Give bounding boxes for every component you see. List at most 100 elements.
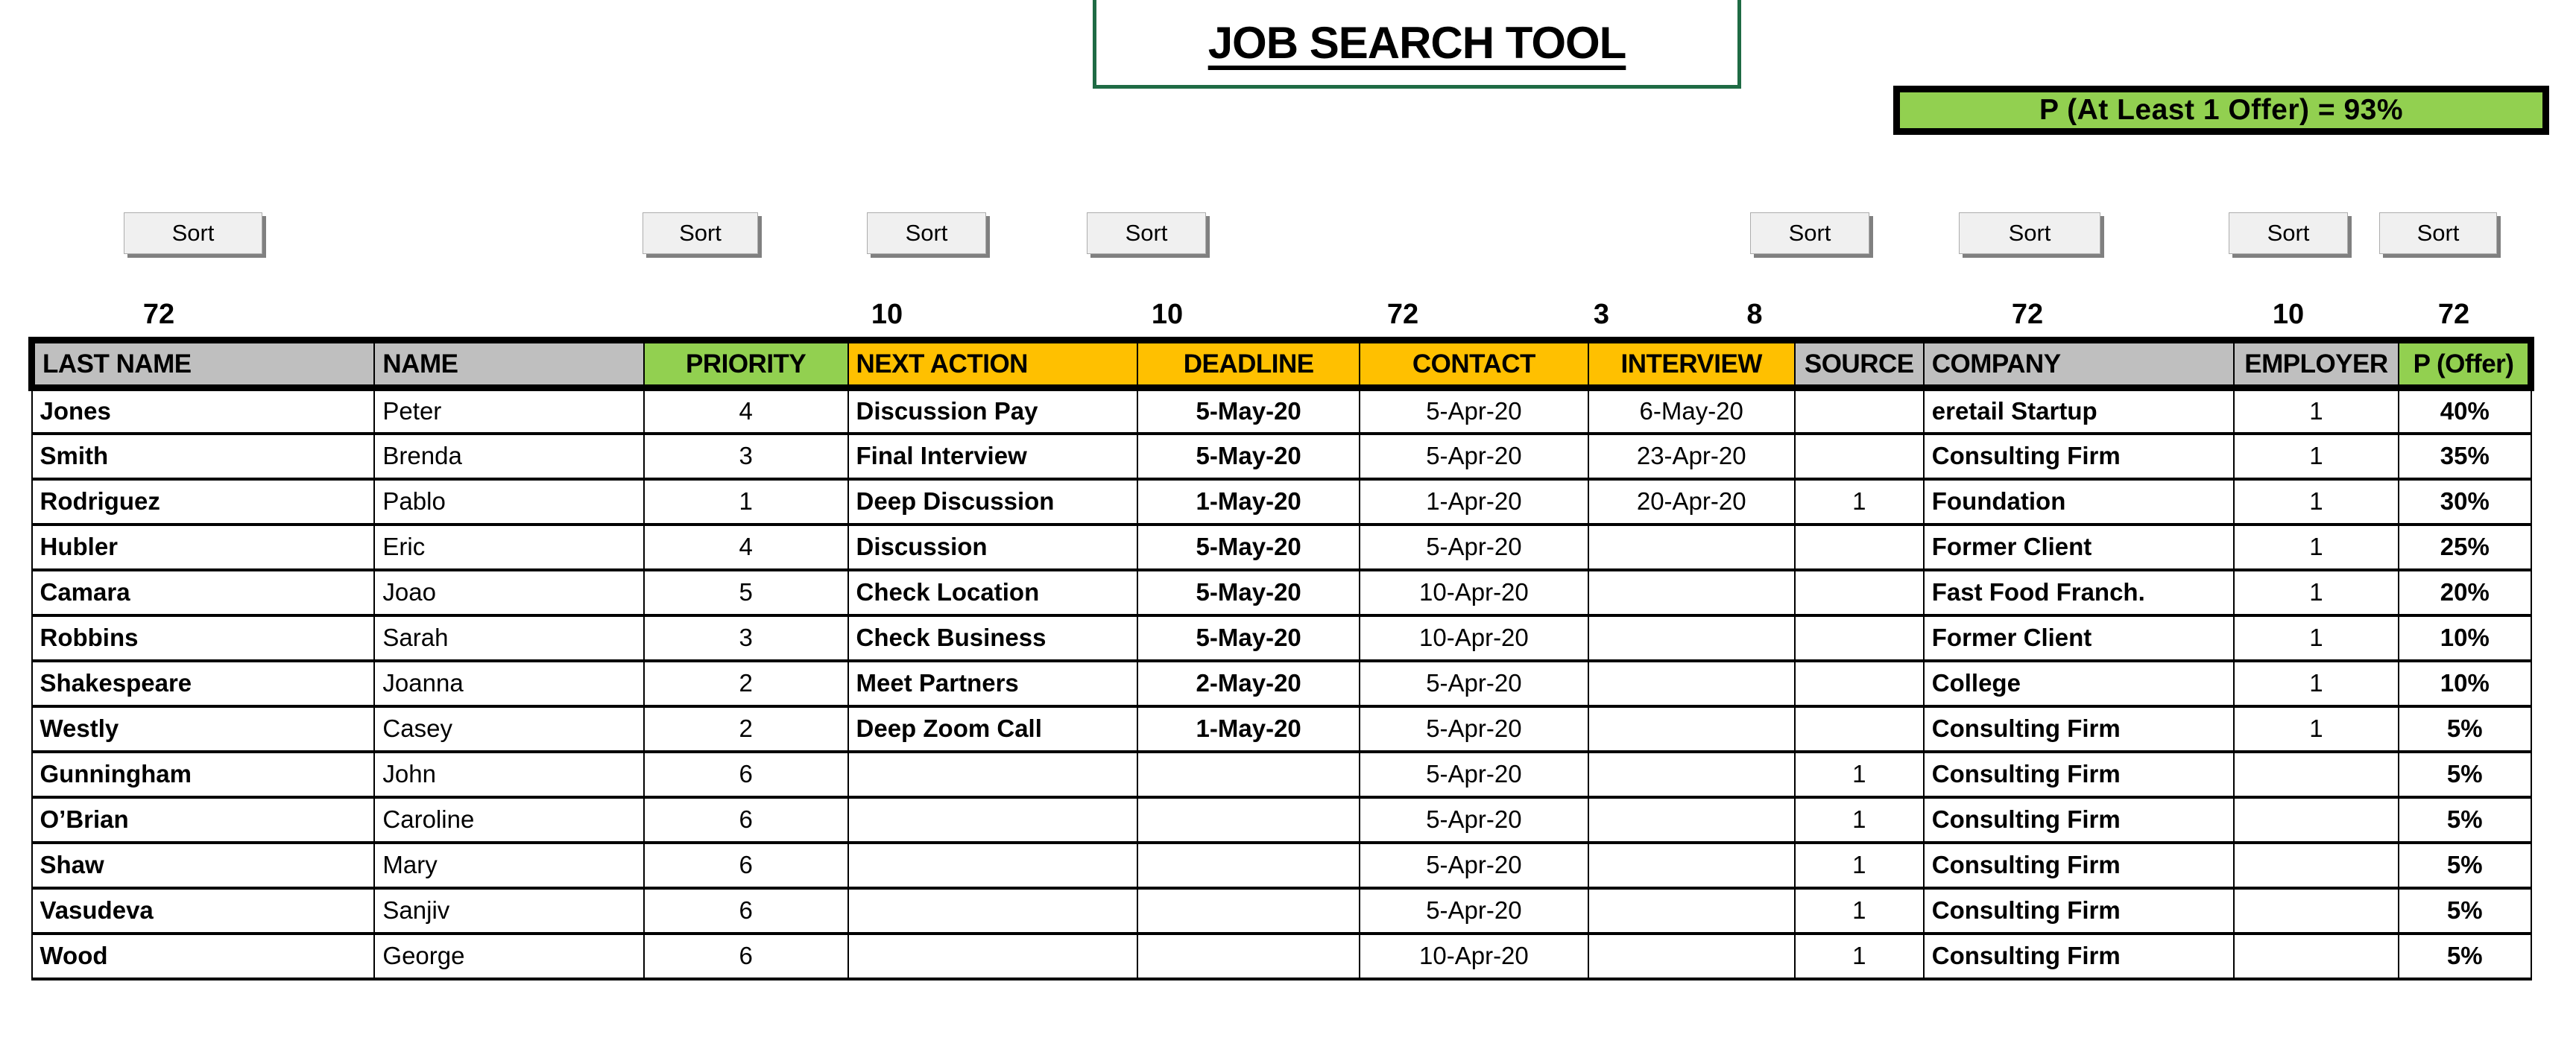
cell-p-offer[interactable]: 20% <box>2398 568 2532 617</box>
cell-employer[interactable]: 1 <box>2232 523 2400 571</box>
cell-name[interactable]: Sarah <box>373 614 645 662</box>
cell-contact[interactable]: 5-Apr-20 <box>1359 659 1589 708</box>
cell-employer[interactable]: 1 <box>2232 387 2400 435</box>
cell-source[interactable] <box>1793 568 1925 617</box>
cell-source[interactable]: 1 <box>1793 841 1925 890</box>
cell-p-offer[interactable]: 5% <box>2398 750 2532 799</box>
cell-last-name[interactable]: Wood <box>31 932 376 980</box>
cell-deadline[interactable] <box>1137 932 1361 980</box>
column-header-employer[interactable]: EMPLOYER <box>2232 337 2400 391</box>
cell-company[interactable]: Consulting Firm <box>1922 841 2235 890</box>
cell-employer[interactable] <box>2232 796 2400 844</box>
cell-priority[interactable]: 1 <box>643 478 849 526</box>
cell-deadline[interactable]: 5-May-20 <box>1137 523 1361 571</box>
cell-company[interactable]: Consulting Firm <box>1922 887 2235 935</box>
cell-last-name[interactable]: Shakespeare <box>31 659 376 708</box>
cell-deadline[interactable]: 5-May-20 <box>1137 432 1361 481</box>
table-row[interactable]: Vasudeva Sanjiv 6 5-Apr-20 1 Consulting Firm 5… <box>31 887 2532 935</box>
cell-company[interactable]: eretail Startup <box>1922 387 2235 435</box>
cell-company[interactable]: Foundation <box>1922 478 2235 526</box>
column-header-name[interactable]: NAME <box>373 337 645 391</box>
table-row[interactable]: Robbins Sarah 3 Check Business 5-May-20 10-Ap… <box>31 614 2532 662</box>
cell-p-offer[interactable]: 5% <box>2398 887 2532 935</box>
cell-company[interactable]: Former Client <box>1922 614 2235 662</box>
cell-source[interactable] <box>1793 523 1925 571</box>
table-row[interactable]: O’Brian Caroline 6 5-Apr-20 1 Consulting Firm… <box>31 796 2532 844</box>
table-row[interactable]: Shaw Mary 6 5-Apr-20 1 Consulting Firm 5% <box>31 841 2532 890</box>
table-row[interactable]: Wood George 6 10-Apr-20 1 Consulting Firm 5% <box>31 932 2532 980</box>
cell-priority[interactable]: 3 <box>643 432 849 481</box>
sort-button-employer[interactable]: Sort <box>2229 212 2348 254</box>
cell-interview[interactable] <box>1587 568 1796 617</box>
cell-name[interactable]: Joao <box>373 568 645 617</box>
cell-last-name[interactable]: Rodriguez <box>31 478 376 526</box>
cell-name[interactable]: George <box>373 932 645 980</box>
cell-source[interactable]: 1 <box>1793 932 1925 980</box>
cell-name[interactable]: Mary <box>373 841 645 890</box>
cell-last-name[interactable]: Vasudeva <box>31 887 376 935</box>
sort-button-p-offer[interactable]: Sort <box>2379 212 2497 254</box>
cell-interview[interactable] <box>1587 523 1796 571</box>
cell-next-action[interactable]: Deep Zoom Call <box>847 705 1139 753</box>
cell-contact[interactable]: 1-Apr-20 <box>1359 478 1589 526</box>
cell-deadline[interactable]: 5-May-20 <box>1137 387 1361 435</box>
cell-last-name[interactable]: Robbins <box>31 614 376 662</box>
cell-next-action[interactable] <box>847 796 1139 844</box>
cell-next-action[interactable] <box>847 932 1139 980</box>
cell-company[interactable]: Consulting Firm <box>1922 796 2235 844</box>
sort-button-source[interactable]: Sort <box>1750 212 1869 254</box>
cell-next-action[interactable]: Discussion Pay <box>847 387 1139 435</box>
cell-name[interactable]: Brenda <box>373 432 645 481</box>
cell-deadline[interactable] <box>1137 841 1361 890</box>
cell-source[interactable] <box>1793 659 1925 708</box>
cell-p-offer[interactable]: 5% <box>2398 841 2532 890</box>
cell-employer[interactable]: 1 <box>2232 478 2400 526</box>
column-header-p-offer[interactable]: P (Offer) <box>2398 337 2535 391</box>
cell-interview[interactable] <box>1587 932 1796 980</box>
cell-source[interactable] <box>1793 432 1925 481</box>
cell-employer[interactable]: 1 <box>2232 614 2400 662</box>
cell-employer[interactable] <box>2232 841 2400 890</box>
cell-next-action[interactable]: Check Location <box>847 568 1139 617</box>
cell-interview[interactable]: 20-Apr-20 <box>1587 478 1796 526</box>
cell-contact[interactable]: 10-Apr-20 <box>1359 614 1589 662</box>
cell-next-action[interactable] <box>847 887 1139 935</box>
cell-next-action[interactable]: Final Interview <box>847 432 1139 481</box>
cell-contact[interactable]: 5-Apr-20 <box>1359 796 1589 844</box>
cell-interview[interactable] <box>1587 659 1796 708</box>
cell-deadline[interactable] <box>1137 750 1361 799</box>
column-header-source[interactable]: SOURCE <box>1793 337 1925 391</box>
cell-priority[interactable]: 6 <box>643 796 849 844</box>
cell-interview[interactable] <box>1587 614 1796 662</box>
cell-next-action[interactable]: Check Business <box>847 614 1139 662</box>
cell-contact[interactable]: 5-Apr-20 <box>1359 387 1589 435</box>
cell-priority[interactable]: 6 <box>643 841 849 890</box>
cell-company[interactable]: Consulting Firm <box>1922 750 2235 799</box>
cell-p-offer[interactable]: 35% <box>2398 432 2532 481</box>
cell-priority[interactable]: 6 <box>643 887 849 935</box>
cell-next-action[interactable]: Discussion <box>847 523 1139 571</box>
cell-company[interactable]: Consulting Firm <box>1922 432 2235 481</box>
cell-interview[interactable] <box>1587 841 1796 890</box>
cell-next-action[interactable]: Deep Discussion <box>847 478 1139 526</box>
table-row[interactable]: Jones Peter 4 Discussion Pay 5-May-20 5-Apr-2… <box>31 387 2532 435</box>
cell-interview[interactable] <box>1587 887 1796 935</box>
column-header-last-name[interactable]: LAST NAME <box>28 337 376 391</box>
cell-employer[interactable]: 1 <box>2232 659 2400 708</box>
column-header-contact[interactable]: CONTACT <box>1359 337 1589 391</box>
cell-interview[interactable] <box>1587 705 1796 753</box>
table-row[interactable]: Shakespeare Joanna 2 Meet Partners 2-May-20 5… <box>31 659 2532 708</box>
cell-p-offer[interactable]: 10% <box>2398 659 2532 708</box>
cell-next-action[interactable] <box>847 841 1139 890</box>
cell-employer[interactable] <box>2232 887 2400 935</box>
cell-name[interactable]: Peter <box>373 387 645 435</box>
cell-last-name[interactable]: Jones <box>31 387 376 435</box>
cell-employer[interactable] <box>2232 750 2400 799</box>
cell-deadline[interactable]: 1-May-20 <box>1137 478 1361 526</box>
cell-priority[interactable]: 6 <box>643 932 849 980</box>
table-row[interactable]: Hubler Eric 4 Discussion 5-May-20 5-Apr-20 For… <box>31 523 2532 571</box>
cell-contact[interactable]: 5-Apr-20 <box>1359 750 1589 799</box>
cell-priority[interactable]: 2 <box>643 705 849 753</box>
cell-name[interactable]: Pablo <box>373 478 645 526</box>
cell-contact[interactable]: 5-Apr-20 <box>1359 841 1589 890</box>
